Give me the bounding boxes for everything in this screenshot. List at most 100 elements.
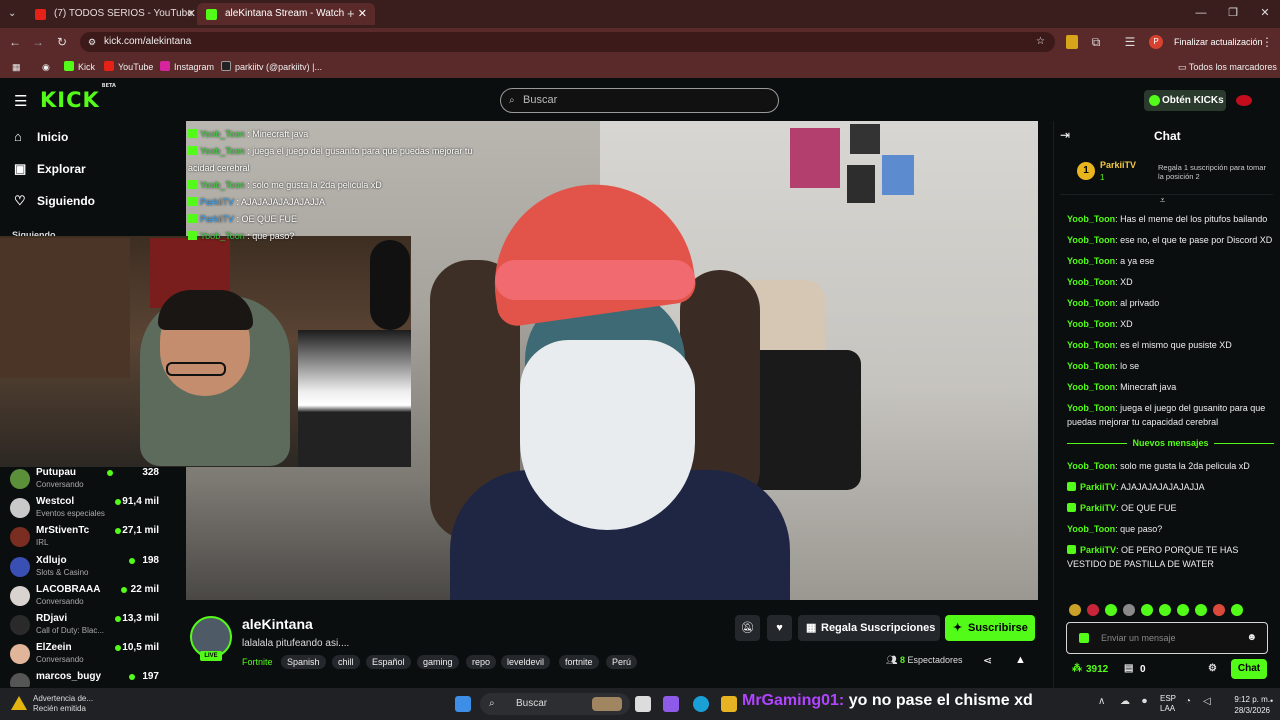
emote-icon[interactable] <box>1069 604 1081 616</box>
notification[interactable]: Advertencia de... Recién emitida <box>7 694 93 714</box>
follow-button[interactable]: ♥ <box>767 615 792 641</box>
emote-icon[interactable] <box>1177 604 1189 616</box>
tab-list-icon[interactable]: ⌄ <box>8 8 16 19</box>
tag[interactable]: Español <box>366 655 411 669</box>
language-indicator[interactable]: ESP LAA <box>1160 694 1176 714</box>
emote-icon[interactable] <box>1231 604 1243 616</box>
gift-subs-button[interactable]: ▦ Regala Suscripciones <box>798 615 940 641</box>
chat-user[interactable]: Yoob_Toon <box>1067 361 1115 371</box>
mute-notifications-button[interactable]: 🔕︎ <box>735 615 760 641</box>
following-item-marcos-bugy[interactable]: marcos_bugy 197 <box>10 669 185 687</box>
tag[interactable]: fortnite <box>559 655 599 669</box>
windows-start-icon[interactable] <box>455 696 471 712</box>
gift-count[interactable]: 0 <box>1140 664 1146 675</box>
forward-icon[interactable]: → <box>29 33 47 51</box>
profile-avatar[interactable]: P <box>1149 35 1163 49</box>
chat-user[interactable]: Yoob_Toon <box>1067 340 1115 350</box>
task-view-icon[interactable] <box>635 696 651 712</box>
bookmark-instagram[interactable]: Instagram <box>160 59 214 75</box>
hamburger-menu-icon[interactable]: ☰ <box>14 92 27 110</box>
chat-user[interactable]: Yoob_Toon <box>1067 382 1115 392</box>
emote-icon[interactable] <box>1105 604 1117 616</box>
update-button[interactable]: Finalizar actualización <box>1174 33 1266 51</box>
chat-input[interactable]: Enviar un mensaje ☻ <box>1066 622 1268 654</box>
close-window-icon[interactable]: ✕ <box>1250 4 1280 22</box>
bookmark-tiktok[interactable]: parkiitv (@parkiitv) |... <box>221 59 322 75</box>
chat-user[interactable]: Yoob_Toon <box>1067 524 1115 534</box>
nav-explorar[interactable]: ▣ Explorar <box>14 159 86 179</box>
tray-icon[interactable]: ☁ <box>1120 696 1130 707</box>
globe-icon[interactable]: ◉ <box>42 59 50 75</box>
extension-icon[interactable] <box>1066 35 1078 49</box>
star-icon[interactable]: ☆ <box>1036 32 1045 52</box>
chat-user[interactable]: ParkiiTV <box>1080 482 1116 492</box>
settings-gear-icon[interactable]: ⚙ <box>1208 663 1217 674</box>
report-icon[interactable]: ▲ <box>1015 654 1026 666</box>
expand-pinned-icon[interactable]: ⩡ <box>1160 195 1165 206</box>
url-field[interactable]: ⚙ kick.com/alekintana ☆ <box>80 32 1055 52</box>
collapse-chat-icon[interactable]: ⇥ <box>1060 128 1070 142</box>
emoji-icon[interactable]: ☻ <box>1246 623 1257 653</box>
get-kicks-button[interactable]: Obtén KICKs <box>1144 90 1226 111</box>
edge-icon[interactable] <box>693 696 709 712</box>
kick-logo[interactable]: KICKBETA <box>40 83 116 112</box>
emote-icon[interactable] <box>1159 604 1171 616</box>
chat-user[interactable]: Yoob_Toon <box>1067 461 1115 471</box>
send-chat-button[interactable]: Chat <box>1231 659 1267 679</box>
chat-user[interactable]: Yoob_Toon <box>1067 319 1115 329</box>
emote-icon[interactable] <box>1141 604 1153 616</box>
subscribe-button[interactable]: ✦ Suscribirse <box>945 615 1035 641</box>
chat-user[interactable]: Yoob_Toon <box>1067 214 1115 224</box>
nav-siguiendo[interactable]: ♡ Siguiendo <box>14 191 95 211</box>
channel-name[interactable]: aleKintana <box>242 616 313 632</box>
all-bookmarks[interactable]: ▭ Todos los marcadores <box>1178 59 1277 75</box>
minimize-icon[interactable]: — <box>1186 4 1216 22</box>
following-item-westcol[interactable]: Westcol Eventos especiales 91,4 mil <box>10 494 185 522</box>
tab-youtube[interactable]: (7) TODOS SERIOS - YouTube ✕ <box>26 3 204 25</box>
apps-grid-icon[interactable]: ▦ <box>12 59 21 75</box>
points-count[interactable]: 3912 <box>1086 664 1108 675</box>
bookmark-kick[interactable]: Kick <box>64 59 95 75</box>
nav-inicio[interactable]: ⌂ Inicio <box>14 127 68 147</box>
emote-icon[interactable] <box>1213 604 1225 616</box>
chat-user[interactable]: Yoob_Toon <box>1067 298 1115 308</box>
bookmark-youtube[interactable]: YouTube <box>104 59 153 75</box>
chat-user[interactable]: Yoob_Toon <box>1067 403 1115 413</box>
emote-icon[interactable] <box>1195 604 1207 616</box>
volume-icon[interactable]: ◁ <box>1203 696 1211 707</box>
tag[interactable]: Spanish <box>281 655 326 669</box>
file-explorer-icon[interactable] <box>721 696 737 712</box>
tag[interactable]: chill <box>332 655 360 669</box>
new-tab-icon[interactable]: + <box>347 6 355 21</box>
taskbar-search[interactable]: ⌕ Buscar <box>480 693 630 715</box>
wifi-icon[interactable]: ◔ <box>1185 696 1191 707</box>
tray-chevron-icon[interactable]: ∧ <box>1098 696 1105 707</box>
emote-icon[interactable] <box>1123 604 1135 616</box>
copilot-icon[interactable] <box>663 696 679 712</box>
back-icon[interactable]: ← <box>6 33 24 51</box>
media-icon[interactable]: ☰ <box>1121 33 1139 51</box>
chat-user[interactable]: Yoob_Toon <box>1067 235 1115 245</box>
tag[interactable]: Perú <box>606 655 638 669</box>
stream-category[interactable]: Fortnite <box>242 656 273 668</box>
chat-user[interactable]: Yoob_Toon <box>1067 277 1115 287</box>
close-tab-icon[interactable]: ✕ <box>358 3 367 25</box>
tag[interactable]: repo <box>466 655 497 669</box>
site-info-icon[interactable]: ⚙ <box>88 32 96 52</box>
extensions-puzzle-icon[interactable]: ⧉ <box>1087 33 1105 51</box>
following-item-mrstiventc[interactable]: MrStivenTc IRL 27,1 mil <box>10 523 185 551</box>
tag[interactable]: gaming <box>417 655 459 669</box>
tag[interactable]: leveldevil <box>501 655 551 669</box>
notifications-bell-icon[interactable]: • <box>1270 696 1273 706</box>
chat-user[interactable]: Yoob_Toon <box>1067 256 1115 266</box>
following-item-xdlujo[interactable]: Xdlujo Slots & Casino 198 <box>10 553 185 581</box>
reload-icon[interactable]: ↻ <box>53 33 71 51</box>
maximize-icon[interactable]: ❐ <box>1218 4 1248 22</box>
following-item-rdjavi[interactable]: RDjavi Call of Duty: Blac... 13,3 mil <box>10 611 185 639</box>
following-item-elzeein[interactable]: ElZeein Conversando 10,5 mil <box>10 640 185 668</box>
user-avatar[interactable] <box>1236 95 1252 106</box>
browser-menu-icon[interactable]: ⋮ <box>1258 33 1276 51</box>
chat-user[interactable]: ParkiiTV <box>1080 545 1116 555</box>
microphone-icon[interactable]: ⏺ <box>1142 696 1147 707</box>
following-item-lacobraaa[interactable]: LACOBRAAA Conversando 22 mil <box>10 582 185 610</box>
